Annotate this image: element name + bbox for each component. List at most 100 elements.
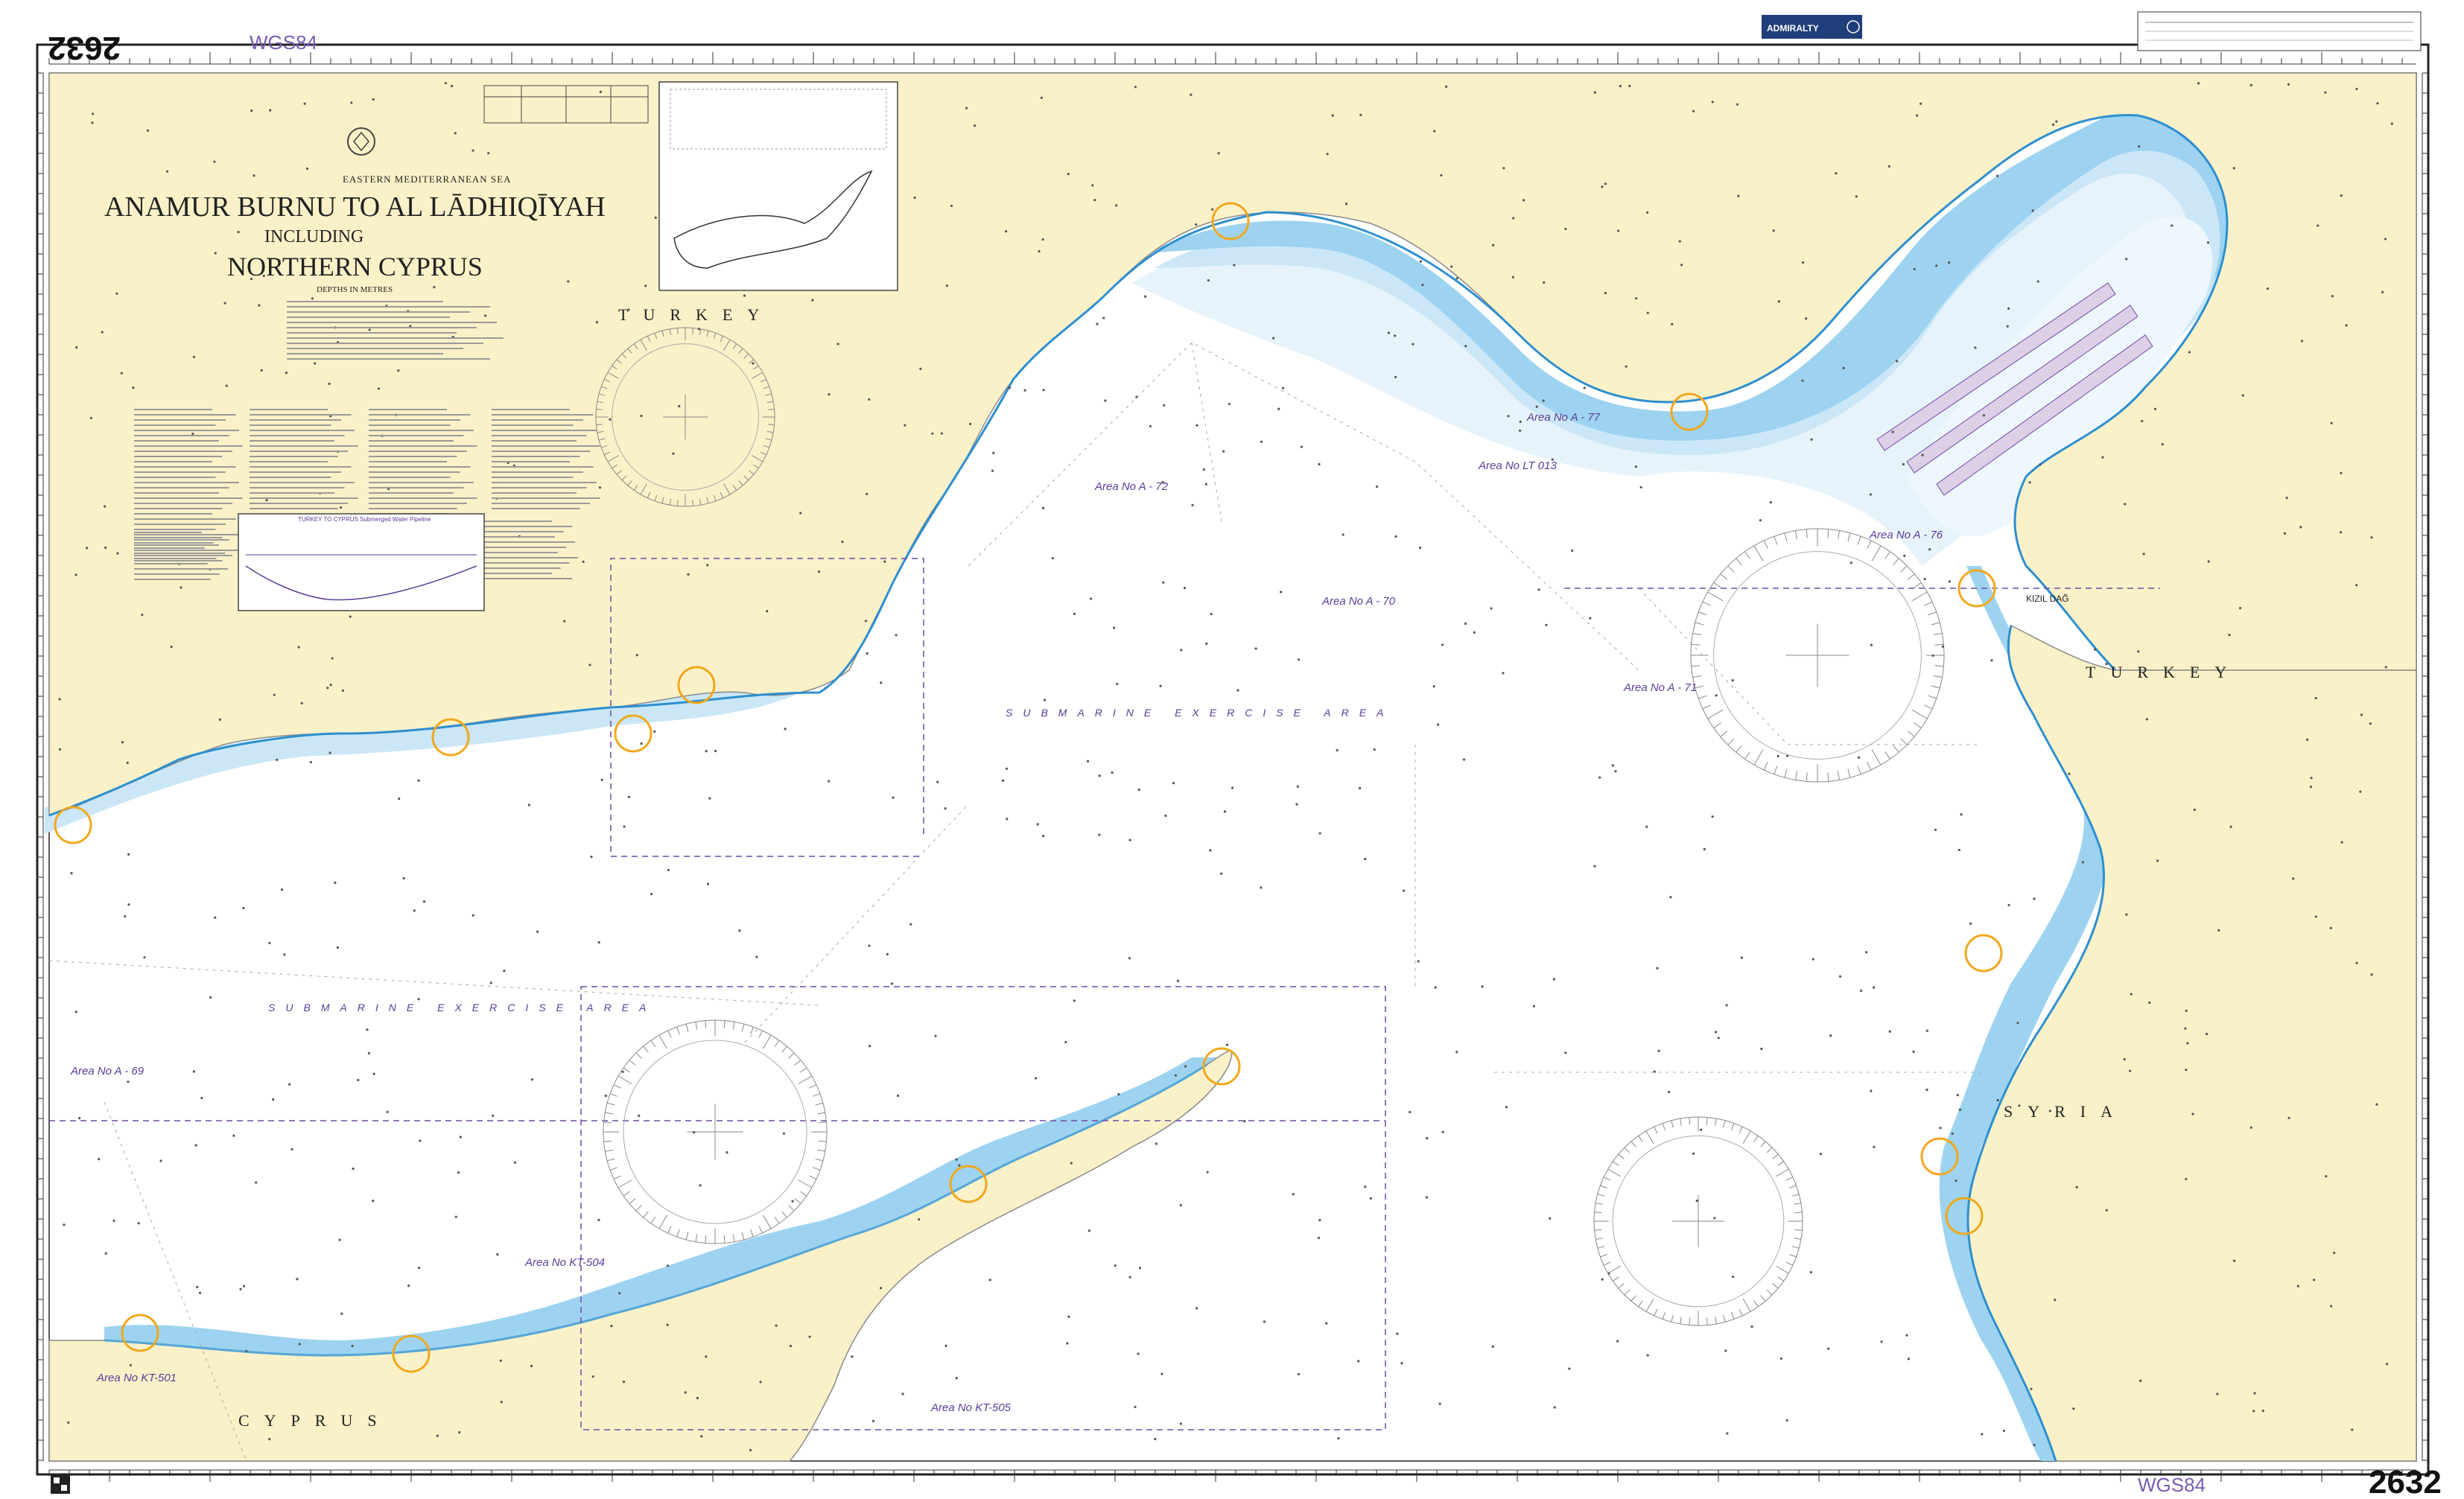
- sounding-mark: [1518, 429, 1522, 432]
- sounding-mark: [527, 803, 530, 806]
- sounding-mark: [1134, 1405, 1137, 1409]
- sounding-mark: [2141, 419, 2144, 423]
- sounding-mark: [419, 1139, 422, 1142]
- sounding-mark: [696, 1396, 699, 1400]
- sounding-mark: [1089, 597, 1093, 600]
- sounding-mark: [2142, 553, 2145, 556]
- sounding-mark: [650, 892, 653, 896]
- sounding-mark: [808, 1335, 811, 1338]
- sounding-mark: [1990, 659, 1993, 662]
- sounding-mark: [1128, 957, 1131, 960]
- sounding-mark: [191, 432, 194, 436]
- sounding-mark: [74, 1011, 77, 1013]
- sounding-mark: [530, 1364, 533, 1367]
- sounding-mark: [250, 109, 253, 112]
- sounding-mark: [895, 634, 898, 637]
- sounding-mark: [409, 325, 412, 328]
- sounding-mark: [1601, 1278, 1604, 1281]
- sounding-mark: [1041, 238, 1044, 241]
- sounding-mark: [300, 701, 303, 704]
- sounding-mark: [1464, 345, 1467, 348]
- sounding-mark: [2130, 993, 2133, 996]
- sounding-mark: [2299, 526, 2302, 529]
- label-syria: SYRIA: [2004, 1102, 2127, 1121]
- sounding-mark: [1211, 208, 1214, 211]
- source-diagram: [658, 81, 898, 291]
- sounding-mark: [1535, 405, 1538, 408]
- sounding-mark: [1593, 865, 1596, 868]
- sounding-mark: [904, 424, 906, 427]
- sounding-mark: [1176, 979, 1180, 982]
- sounding-mark: [1703, 847, 1706, 850]
- sounding-mark: [58, 748, 62, 751]
- sounding-mark: [817, 570, 821, 573]
- sounding-mark: [2384, 666, 2387, 669]
- sounding-mark: [1393, 334, 1397, 337]
- sounding-mark: [120, 372, 123, 375]
- sounding-mark: [901, 1393, 904, 1395]
- sounding-mark: [2345, 324, 2348, 327]
- sounding-mark: [752, 362, 755, 365]
- sounding-mark: [2137, 650, 2140, 653]
- sounding-mark: [2171, 224, 2174, 227]
- sounding-mark: [563, 620, 566, 623]
- sounding-mark: [170, 645, 173, 649]
- sounding-mark: [1611, 764, 1614, 767]
- sounding-mark: [2261, 1409, 2264, 1413]
- sounding-mark: [1645, 211, 1649, 214]
- sounding-mark: [1732, 1276, 1735, 1279]
- sounding-mark: [328, 382, 331, 385]
- sounding-mark: [273, 693, 276, 696]
- sounding-mark: [909, 923, 912, 926]
- sounding-mark: [1645, 825, 1648, 828]
- sounding-mark: [357, 1078, 360, 1082]
- sounding-mark: [536, 930, 539, 933]
- sounding-mark: [2030, 1387, 2033, 1390]
- sounding-mark: [1317, 1236, 1321, 1239]
- sounding-mark: [1296, 785, 1299, 788]
- sounding-mark: [1598, 776, 1601, 779]
- sounding-mark: [2252, 1410, 2255, 1413]
- sounding-mark: [836, 343, 839, 346]
- sounding-mark: [1920, 102, 1922, 105]
- sounding-mark: [288, 1083, 291, 1086]
- sounding-mark: [623, 825, 626, 828]
- sounding-mark: [1564, 227, 1567, 231]
- sounding-mark: [1209, 849, 1212, 852]
- sounding-mark: [1326, 153, 1329, 156]
- sounding-mark: [940, 432, 943, 435]
- sounding-mark: [2217, 929, 2220, 932]
- sounding-mark: [104, 505, 107, 508]
- sounding-mark: [2007, 903, 2010, 907]
- sounding-mark: [1887, 165, 1890, 168]
- sounding-mark: [127, 853, 130, 856]
- sounding-mark: [1772, 229, 1775, 232]
- sounding-mark: [687, 573, 690, 576]
- sounding-mark: [1344, 203, 1348, 206]
- sounding-mark: [2033, 897, 2036, 900]
- sounding-mark: [127, 903, 130, 906]
- chart-title-line3: NORTHERN CYPRUS: [227, 252, 483, 281]
- sounding-mark: [1827, 1347, 1830, 1350]
- sounding-mark: [2249, 83, 2252, 86]
- sounding-mark: [75, 346, 78, 349]
- sounding-mark: [192, 1070, 195, 1073]
- sounding-mark: [1809, 1270, 1812, 1274]
- sounding-mark: [743, 294, 746, 297]
- sounding-mark: [1038, 249, 1041, 253]
- sounding-mark: [678, 404, 681, 408]
- label-submarine-exercise-area-1: SUBMARINE EXERCISE AREA: [1006, 707, 1394, 719]
- sounding-mark: [2253, 1392, 2256, 1395]
- sounding-mark: [1149, 424, 1152, 428]
- sounding-mark: [334, 881, 337, 884]
- sounding-mark: [372, 98, 375, 101]
- sounding-mark: [1955, 1180, 1957, 1183]
- sounding-mark: [341, 689, 345, 692]
- sounding-mark: [146, 129, 150, 132]
- sounding-mark: [1869, 493, 1872, 496]
- sounding-mark: [944, 806, 947, 810]
- sounding-mark: [1243, 1120, 1246, 1123]
- sounding-mark: [433, 285, 436, 289]
- sounding-mark: [1098, 774, 1101, 777]
- sounding-mark: [2039, 463, 2042, 466]
